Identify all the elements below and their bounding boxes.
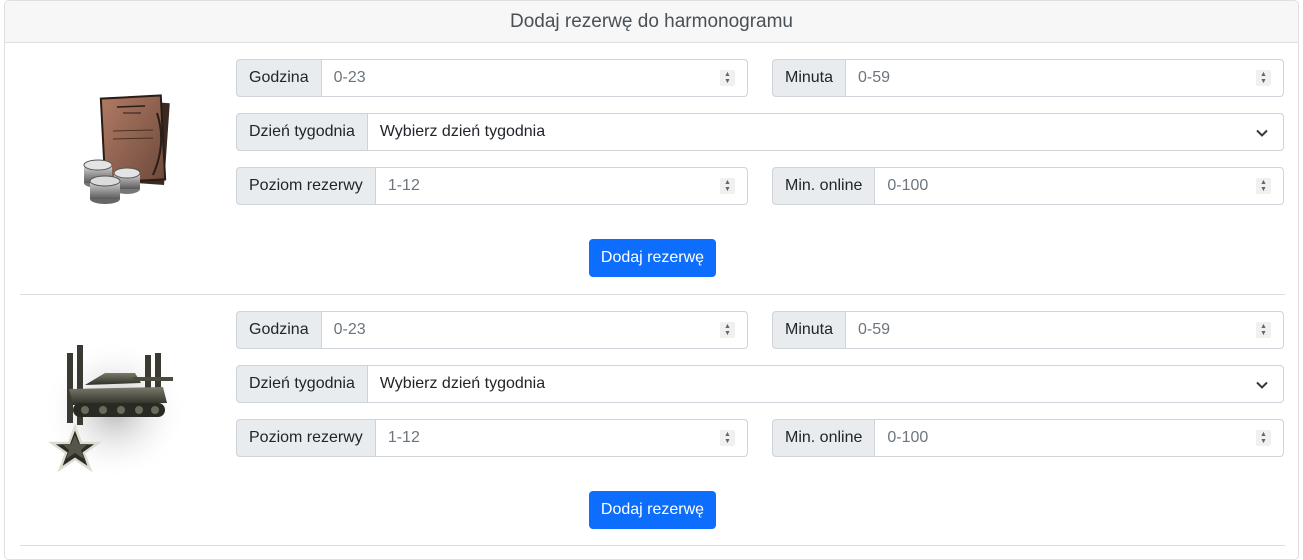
card-title: Dodaj rezerwę do harmonogramu: [5, 1, 1298, 43]
day-select[interactable]: Wybierz dzień tygodnia: [367, 365, 1284, 403]
level-input[interactable]: 1-12 ▲ ▼: [375, 167, 748, 205]
day-select-group: Dzień tygodnia Wybierz dzień tygodnia: [236, 113, 1284, 151]
number-spinner-icon[interactable]: ▲ ▼: [720, 178, 735, 194]
reserve-section-training: Godzina 0-23 ▲ ▼ Minuta 0-59 ▲ ▼ Dzień tyg…: [20, 295, 1285, 546]
hour-label: Godzina: [236, 311, 322, 349]
hour-input-group: Godzina 0-23 ▲ ▼: [236, 311, 748, 349]
minute-placeholder: 0-59: [858, 69, 891, 86]
minute-input[interactable]: 0-59 ▲ ▼: [846, 311, 1284, 349]
min-online-placeholder: 0-100: [887, 429, 929, 446]
level-input-group: Poziom rezerwy 1-12 ▲ ▼: [236, 167, 748, 205]
minute-label: Minuta: [772, 59, 847, 97]
hour-placeholder: 0-23: [333, 321, 366, 338]
level-input-group: Poziom rezerwy 1-12 ▲ ▼: [236, 419, 748, 457]
hour-input[interactable]: 0-23 ▲ ▼: [321, 311, 748, 349]
minute-placeholder: 0-59: [858, 321, 891, 338]
level-label: Poziom rezerwy: [236, 419, 376, 457]
level-placeholder: 1-12: [387, 177, 420, 194]
add-reserve-button[interactable]: Dodaj rezerwę: [589, 491, 716, 529]
credit-reserve-icon: [45, 73, 195, 223]
minute-input-group: Minuta 0-59 ▲ ▼: [772, 59, 1284, 97]
chevron-down-icon: [1256, 381, 1268, 389]
hour-placeholder: 0-23: [333, 69, 366, 86]
chevron-down-icon: [1256, 129, 1268, 137]
reserve-section-credits: Godzina 0-23 ▲ ▼ Minuta 0-59 ▲ ▼ Dzień tyg…: [20, 43, 1285, 295]
hour-input-group: Godzina 0-23 ▲ ▼: [236, 59, 748, 97]
min-online-input[interactable]: 0-100 ▲ ▼: [875, 419, 1284, 457]
number-spinner-icon[interactable]: ▲ ▼: [1256, 70, 1271, 86]
minute-input[interactable]: 0-59 ▲ ▼: [846, 59, 1284, 97]
level-placeholder: 1-12: [387, 429, 420, 446]
min-online-input[interactable]: 0-100 ▲ ▼: [875, 167, 1284, 205]
day-label: Dzień tygodnia: [236, 113, 368, 151]
tank-training-reserve-icon: [43, 315, 195, 480]
number-spinner-icon[interactable]: ▲ ▼: [720, 70, 735, 86]
add-reserve-button[interactable]: Dodaj rezerwę: [589, 239, 716, 277]
number-spinner-icon[interactable]: ▲ ▼: [1256, 430, 1271, 446]
day-selected-value: Wybierz dzień tygodnia: [379, 375, 546, 392]
min-online-input-group: Min. online 0-100 ▲ ▼: [772, 167, 1284, 205]
number-spinner-icon[interactable]: ▲ ▼: [720, 322, 735, 338]
day-select[interactable]: Wybierz dzień tygodnia: [367, 113, 1284, 151]
min-online-label: Min. online: [772, 419, 876, 457]
day-label: Dzień tygodnia: [236, 365, 368, 403]
day-select-group: Dzień tygodnia Wybierz dzień tygodnia: [236, 365, 1284, 403]
min-online-label: Min. online: [772, 167, 876, 205]
number-spinner-icon[interactable]: ▲ ▼: [720, 430, 735, 446]
hour-label: Godzina: [236, 59, 322, 97]
level-input[interactable]: 1-12 ▲ ▼: [375, 419, 748, 457]
number-spinner-icon[interactable]: ▲ ▼: [1256, 178, 1271, 194]
number-spinner-icon[interactable]: ▲ ▼: [1256, 322, 1271, 338]
min-online-input-group: Min. online 0-100 ▲ ▼: [772, 419, 1284, 457]
schedule-reserve-card: Dodaj rezerwę do harmonogramu Godzina 0-…: [4, 0, 1299, 560]
minute-input-group: Minuta 0-59 ▲ ▼: [772, 311, 1284, 349]
minute-label: Minuta: [772, 311, 847, 349]
level-label: Poziom rezerwy: [236, 167, 376, 205]
day-selected-value: Wybierz dzień tygodnia: [379, 123, 546, 140]
min-online-placeholder: 0-100: [887, 177, 929, 194]
hour-input[interactable]: 0-23 ▲ ▼: [321, 59, 748, 97]
